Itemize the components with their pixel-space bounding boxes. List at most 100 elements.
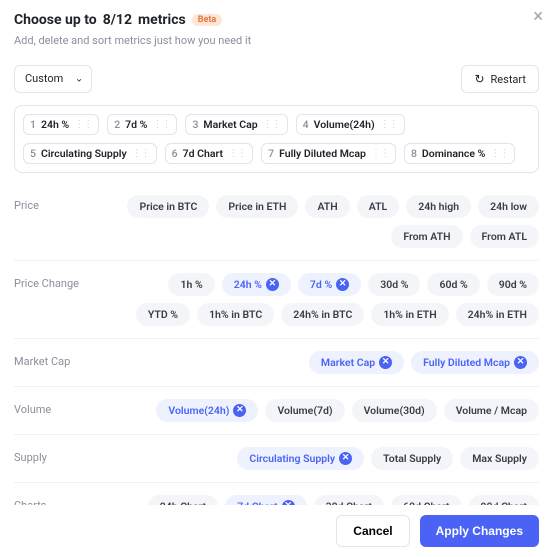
selected-chip[interactable]: 67d Chart⋮⋮ — [165, 143, 253, 164]
metric-label: 30d % — [380, 278, 408, 291]
drag-handle-icon[interactable]: ⋮⋮ — [380, 122, 398, 127]
metric-label: Market Cap — [321, 356, 375, 369]
metric-chip[interactable]: Price in BTC — [127, 195, 209, 218]
metric-label: ATL — [369, 200, 388, 213]
category-chips: Circulating Supply ✕ Total Supply Max Suppl… — [112, 447, 539, 470]
metric-chip[interactable]: 90d % — [487, 273, 539, 296]
remove-icon[interactable]: ✕ — [233, 404, 246, 417]
chip-label: 7d % — [125, 118, 147, 131]
metric-chip[interactable]: Price in ETH — [216, 195, 298, 218]
category-chips: 1h % 24h % ✕ 7d % ✕ 30d % 60d % 90d % YTD % 1h% i… — [112, 273, 539, 326]
category-row: Price Change1h %24h %✕7d %✕30d %60d %90d… — [14, 260, 539, 338]
metric-chip[interactable]: From ATH — [391, 225, 462, 248]
selected-chip[interactable]: 4 Volume(24h) ⋮⋮ — [296, 114, 405, 135]
drag-handle-icon[interactable]: ⋮⋮ — [371, 151, 389, 156]
chip-index: 6 — [172, 147, 178, 160]
metric-label: 7d % — [310, 278, 332, 291]
metric-label: Volume(7d) — [277, 404, 332, 417]
metric-chip[interactable]: Volume(24h)✕ — [156, 399, 258, 422]
modal-subtitle: Add, delete and sort metrics just how yo… — [14, 34, 539, 47]
remove-icon[interactable]: ✕ — [514, 356, 527, 369]
metric-chip[interactable]: 24h low — [478, 195, 539, 218]
drag-handle-icon[interactable]: ⋮⋮ — [132, 151, 150, 156]
drag-handle-icon[interactable]: ⋮⋮ — [228, 151, 246, 156]
metric-chip[interactable]: 24h% in ETH — [456, 303, 539, 326]
metric-label: Fully Diluted Mcap — [423, 356, 510, 369]
metric-chip[interactable]: 1h % — [168, 273, 214, 296]
selected-chip[interactable]: 1 24h % ⋮⋮ — [23, 114, 99, 135]
selected-chip[interactable]: 27d %⋮⋮ — [107, 114, 177, 135]
metric-label: From ATL — [482, 230, 527, 243]
metric-label: From ATH — [403, 230, 450, 243]
category-chips: Volume(24h)✕ Volume(7d) Volume(30d) Volume … — [112, 399, 539, 422]
metric-label: 24h high — [418, 200, 459, 213]
selected-chip[interactable]: 7Fully Diluted Mcap⋮⋮ — [261, 143, 396, 164]
chip-index: 3 — [192, 118, 198, 131]
category-row: PricePrice in BTCPrice in ETHATHATL24h h… — [14, 177, 539, 260]
metric-chip[interactable]: 7d % ✕ — [298, 273, 361, 296]
restart-button[interactable]: ↻ Restart — [461, 65, 539, 93]
remove-icon[interactable]: ✕ — [379, 356, 392, 369]
metric-chip[interactable]: 1h% in BTC — [197, 303, 274, 326]
category-label: Volume — [14, 399, 112, 416]
selected-chip[interactable]: 5Circulating Supply⋮⋮ — [23, 143, 157, 164]
chip-label: Volume(24h) — [314, 118, 375, 131]
metric-chip[interactable]: Total Supply — [371, 447, 453, 470]
metric-label: Volume(30d) — [364, 404, 425, 417]
chip-index: 1 — [30, 118, 36, 131]
chip-label: 24h % — [41, 118, 69, 131]
metric-label: YTD % — [148, 308, 178, 321]
drag-handle-icon[interactable]: ⋮⋮ — [263, 122, 281, 127]
category-label: Market Cap — [14, 351, 112, 368]
metric-chip[interactable]: 24h high — [406, 195, 471, 218]
metric-label: 24h % — [234, 278, 262, 291]
metric-chip[interactable]: Fully Diluted Mcap ✕ — [411, 351, 539, 374]
chip-index: 8 — [411, 147, 417, 160]
metric-chip[interactable]: 1h% in ETH — [371, 303, 448, 326]
cancel-button[interactable]: Cancel — [336, 515, 409, 547]
title-prefix: Choose up to — [14, 12, 97, 28]
apply-button[interactable]: Apply Changes — [420, 515, 539, 547]
metric-label: 1h % — [180, 278, 202, 291]
metric-chip[interactable]: From ATL — [470, 225, 539, 248]
drag-handle-icon[interactable]: ⋮⋮ — [490, 151, 508, 156]
metric-chip[interactable]: YTD % — [136, 303, 190, 326]
remove-icon[interactable]: ✕ — [336, 278, 349, 291]
category-row: VolumeVolume(24h)✕Volume(7d)Volume(30d)V… — [14, 386, 539, 434]
metric-label: Circulating Supply — [249, 452, 335, 465]
metric-chip[interactable]: Volume(30d) — [352, 399, 437, 422]
metric-label: Price in BTC — [139, 200, 197, 213]
category-chips: Price in BTC Price in ETH ATH ATL 24h high 24… — [112, 195, 539, 248]
selected-chip[interactable]: 8Dominance %⋮⋮ — [404, 143, 515, 164]
drag-handle-icon[interactable]: ⋮⋮ — [74, 122, 92, 127]
metric-chip[interactable]: Market Cap ✕ — [309, 351, 404, 374]
metric-label: Price in ETH — [228, 200, 286, 213]
metric-chip[interactable]: 30d % — [368, 273, 420, 296]
metric-label: Volume / Mcap — [456, 404, 527, 417]
remove-icon[interactable]: ✕ — [339, 452, 352, 465]
metric-chip[interactable]: Max Supply — [460, 447, 539, 470]
metric-chip[interactable]: 24h% in BTC — [281, 303, 364, 326]
drag-handle-icon[interactable]: ⋮⋮ — [152, 122, 170, 127]
metric-chip[interactable]: Circulating Supply ✕ — [237, 447, 364, 470]
chip-label: Market Cap — [203, 118, 257, 131]
chip-index: 4 — [303, 118, 309, 131]
remove-icon[interactable]: ✕ — [266, 278, 279, 291]
metric-chip[interactable]: ATH — [305, 195, 349, 218]
metric-chip[interactable]: ATL — [357, 195, 400, 218]
chip-label: Fully Diluted Mcap — [279, 147, 366, 160]
metric-label: 24h% in ETH — [468, 308, 527, 321]
metric-label: Total Supply — [383, 452, 441, 465]
metric-chip[interactable]: 24h % ✕ — [222, 273, 291, 296]
category-row: SupplyCirculating Supply✕Total SupplyMax… — [14, 434, 539, 482]
metric-label: 24h% in BTC — [293, 308, 352, 321]
close-icon[interactable]: × — [533, 8, 543, 26]
selected-chip[interactable]: 3 Market Cap ⋮⋮ — [185, 114, 287, 135]
metric-chip[interactable]: Volume / Mcap — [444, 399, 539, 422]
metric-label: 1h% in BTC — [209, 308, 262, 321]
metric-chip[interactable]: 60d % — [427, 273, 479, 296]
metric-chip[interactable]: Volume(7d) — [265, 399, 344, 422]
metric-label: 90d % — [499, 278, 527, 291]
top-controls: Custom ⌄ ↻ Restart — [14, 65, 539, 93]
preset-dropdown[interactable]: Custom ⌄ — [14, 65, 92, 93]
